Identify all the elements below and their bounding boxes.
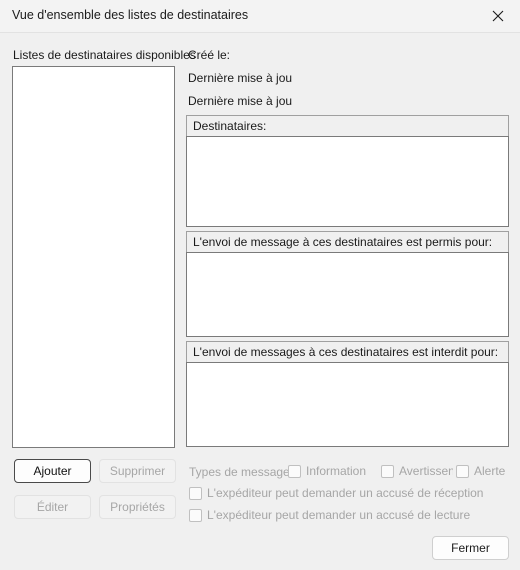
allowed-senders-listbox[interactable] <box>186 252 509 337</box>
dialog-body: Listes de destinataires disponibles Créé… <box>0 33 520 570</box>
checkbox-information[interactable]: Information <box>288 464 372 478</box>
checkbox-box-delivery-receipt[interactable] <box>189 486 202 500</box>
recipients-group-header: Destinataires: <box>186 115 509 136</box>
allowed-senders-group-header: L'envoi de message à ces destinataires e… <box>186 231 509 252</box>
available-lists-listbox[interactable] <box>12 66 175 448</box>
delete-button[interactable]: Supprimer <box>99 459 176 483</box>
checkbox-warning[interactable]: Avertissen <box>381 464 453 478</box>
checkbox-box-information[interactable] <box>288 464 301 478</box>
denied-senders-group-header: L'envoi de messages à ces destinataires … <box>186 341 509 362</box>
checkbox-box-warning[interactable] <box>381 464 394 478</box>
checkbox-label-read-receipt: L'expéditeur peut demander un accusé de … <box>207 508 471 522</box>
checkbox-label-alert: Alerte <box>474 464 506 478</box>
add-button[interactable]: Ajouter <box>14 459 91 483</box>
checkbox-label-warning: Avertissen <box>399 464 453 478</box>
checkbox-delivery-receipt[interactable]: L'expéditeur peut demander un accusé de … <box>189 486 499 500</box>
checkbox-label-delivery-receipt: L'expéditeur peut demander un accusé de … <box>207 486 484 500</box>
available-lists-label: Listes de destinataires disponibles <box>13 48 196 62</box>
recipients-listbox[interactable] <box>186 136 509 227</box>
properties-button[interactable]: Propriétés <box>99 495 176 519</box>
window-title: Vue d'ensemble des listes de destinatair… <box>12 8 249 22</box>
close-dialog-button[interactable]: Fermer <box>432 536 509 560</box>
message-types-label: Types de message <box>189 465 290 479</box>
last-update-label-1: Dernière mise à jou <box>188 71 293 85</box>
titlebar: Vue d'ensemble des listes de destinatair… <box>0 0 520 33</box>
checkbox-box-alert[interactable] <box>456 464 469 478</box>
created-on-label: Créé le: <box>188 48 231 62</box>
last-update-label-2: Dernière mise à jou <box>188 94 293 108</box>
allowed-senders-group: L'envoi de message à ces destinataires e… <box>186 231 509 337</box>
close-button[interactable] <box>476 0 520 32</box>
checkbox-label-information: Information <box>306 464 367 478</box>
denied-senders-group: L'envoi de messages à ces destinataires … <box>186 341 509 447</box>
checkbox-box-read-receipt[interactable] <box>189 508 202 522</box>
checkbox-alert[interactable]: Alerte <box>456 464 514 478</box>
close-icon <box>492 10 504 22</box>
recipients-group: Destinataires: <box>186 115 509 227</box>
edit-button[interactable]: Éditer <box>14 495 91 519</box>
denied-senders-listbox[interactable] <box>186 362 509 447</box>
checkbox-read-receipt[interactable]: L'expéditeur peut demander un accusé de … <box>189 508 499 522</box>
